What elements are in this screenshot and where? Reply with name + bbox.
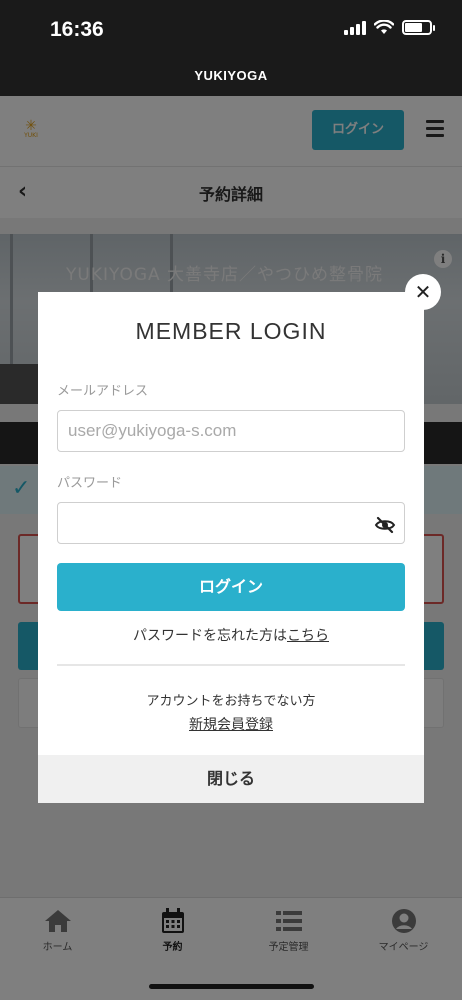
- app-title: YUKIYOGA: [0, 56, 462, 96]
- eye-slash-icon[interactable]: [374, 514, 396, 536]
- register-link[interactable]: 新規会員登録: [38, 714, 424, 734]
- password-field[interactable]: [57, 502, 405, 544]
- password-label: パスワード: [57, 476, 123, 491]
- status-bar: 16:36: [0, 0, 462, 56]
- forgot-prefix: パスワードを忘れた方は: [133, 628, 287, 644]
- cellular-signal-icon: [344, 20, 366, 35]
- forgot-password-text: パスワードを忘れた方はこちら: [38, 625, 424, 645]
- close-icon[interactable]: ✕: [405, 274, 441, 310]
- status-icons: [344, 20, 435, 35]
- modal-title: MEMBER LOGIN: [135, 318, 327, 344]
- no-account-text: アカウントをお持ちでない方: [146, 694, 316, 709]
- divider: [57, 664, 405, 666]
- battery-icon: [402, 20, 435, 35]
- wifi-icon: [374, 20, 394, 34]
- login-modal: MEMBER LOGIN メールアドレス パスワード ログイン パスワードを忘れ…: [38, 292, 424, 803]
- status-time: 16:36: [50, 18, 104, 41]
- home-indicator: [149, 984, 314, 989]
- forgot-password-link[interactable]: こちら: [287, 628, 329, 644]
- close-button[interactable]: 閉じる: [38, 755, 424, 803]
- email-label: メールアドレス: [57, 384, 149, 399]
- login-button[interactable]: ログイン: [57, 563, 405, 611]
- email-field[interactable]: [57, 410, 405, 452]
